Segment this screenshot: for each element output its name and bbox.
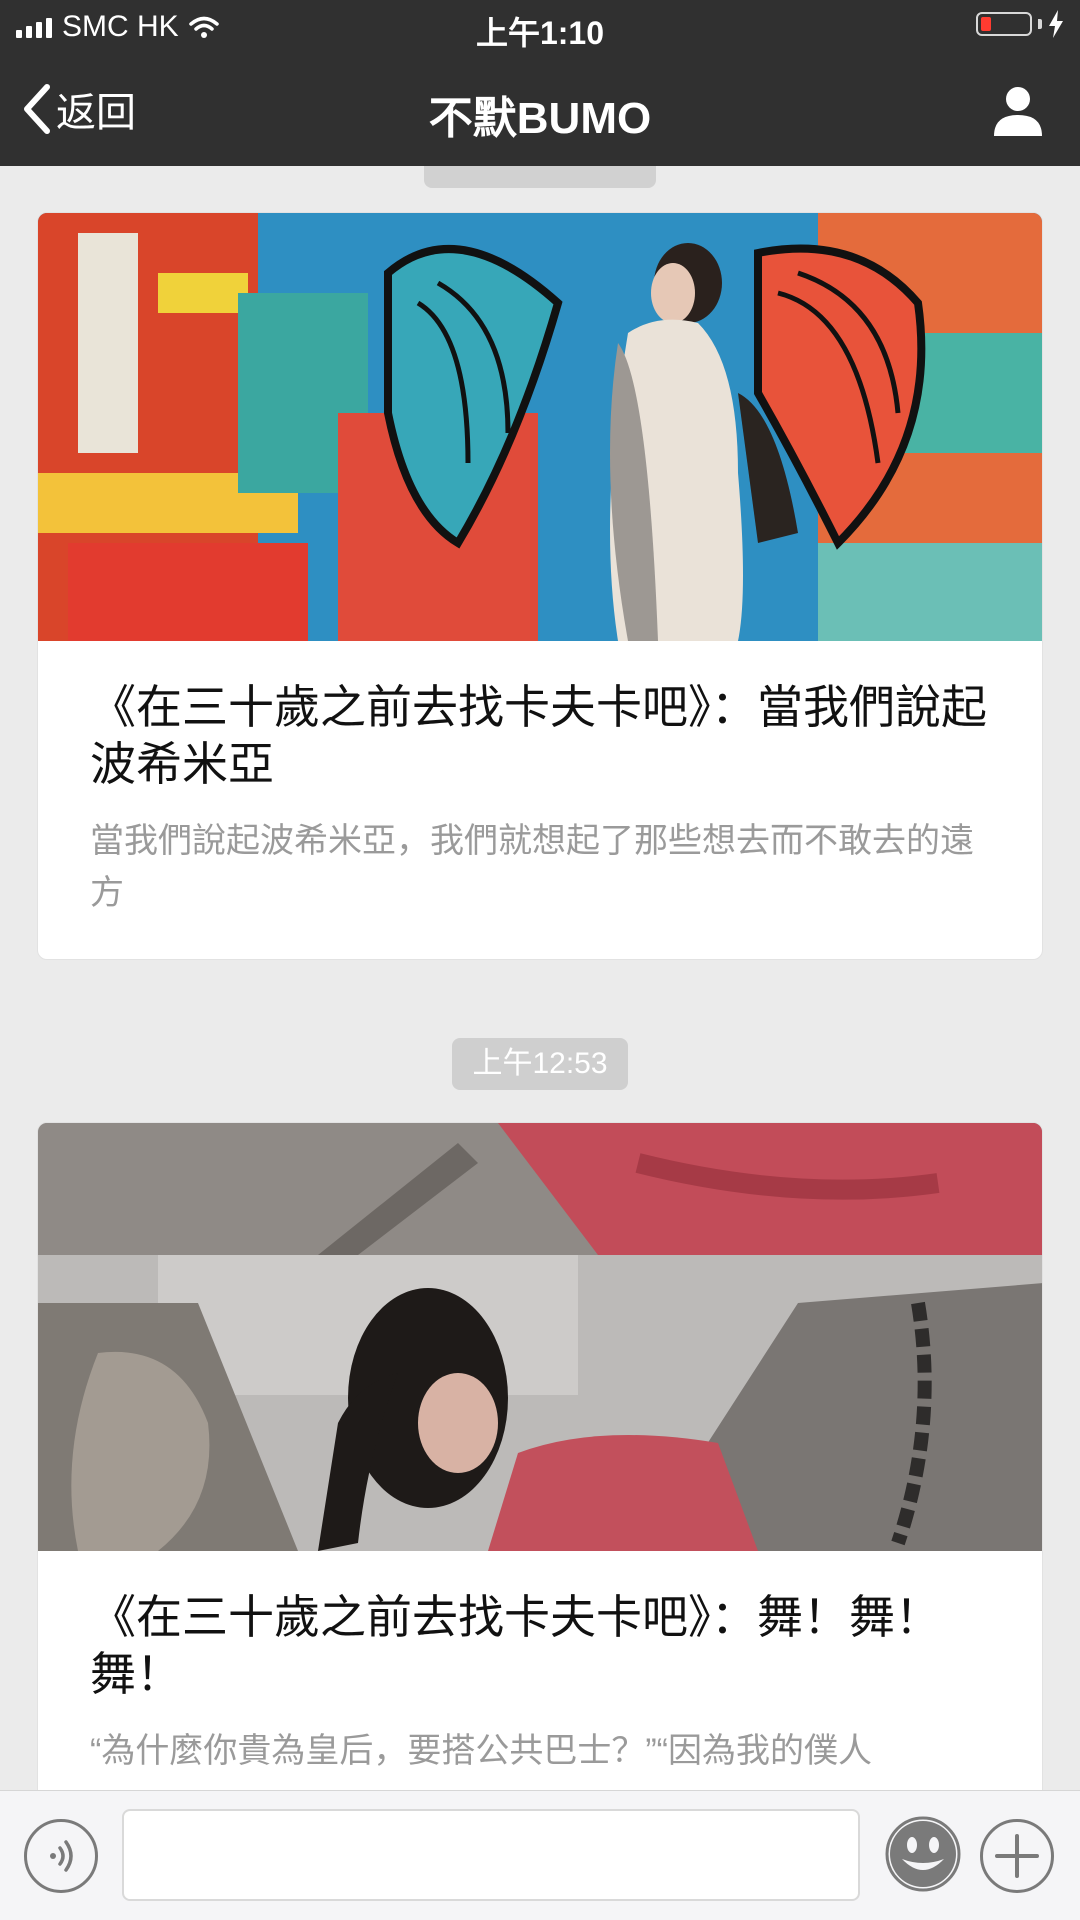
voice-wave-icon: [50, 1840, 73, 1872]
voice-input-button[interactable]: [24, 1819, 98, 1893]
page-title: 不默BUMO: [428, 94, 652, 143]
article-card[interactable]: 《在三十歲之前去找卡夫卡吧》：舞！舞！舞！ “為什麼你貴為皇后，要搭公共巴士？”…: [37, 1122, 1043, 1790]
article-card[interactable]: 《在三十歲之前去找卡夫卡吧》：當我們說起波希米亞 當我們說起波希米亞，我們就想起…: [37, 212, 1043, 960]
article-card-body: 《在三十歲之前去找卡夫卡吧》：舞！舞！舞！ “為什麼你貴為皇后，要搭公共巴士？”…: [38, 1551, 1042, 1790]
status-right: [976, 10, 1064, 38]
article-cover-image: [38, 1123, 1042, 1551]
article-title[interactable]: 《在三十歲之前去找卡夫卡吧》：當我們說起波希米亞: [90, 679, 988, 793]
article-description: 當我們說起波希米亞，我們就想起了那些想去而不敢去的遠方: [90, 822, 974, 912]
article-cover-image: [38, 213, 1042, 641]
charging-bolt-icon: [1049, 10, 1063, 38]
message-input[interactable]: [122, 1809, 860, 1901]
battery-tip: [1038, 19, 1042, 29]
timestamp-pill: 上午12:53: [452, 1038, 628, 1090]
battery-icon: [976, 12, 1032, 36]
article-feed[interactable]: 《在三十歲之前去找卡夫卡吧》：當我們說起波希米亞 當我們說起波希米亞，我們就想起…: [0, 166, 1080, 1790]
red-dress-portrait-photo-icon: [38, 1123, 1042, 1551]
graffiti-wall-photo-icon: [38, 213, 1042, 641]
plus-icon: [995, 1834, 1039, 1878]
profile-icon[interactable]: [990, 82, 1046, 138]
nav-bar: 返回 不默BUMO: [0, 54, 1080, 166]
message-input-bar: [0, 1790, 1080, 1920]
article-description: “為什麼你貴為皇后，要搭公共巴士？”“因為我的僕人: [90, 1732, 872, 1770]
article-card-body: 《在三十歲之前去找卡夫卡吧》：當我們說起波希米亞 當我們說起波希米亞，我們就想起…: [38, 641, 1042, 959]
status-time: 上午1:10: [475, 15, 605, 51]
article-title[interactable]: 《在三十歲之前去找卡夫卡吧》：舞！舞！舞！: [90, 1589, 988, 1703]
add-button[interactable]: [980, 1819, 1054, 1893]
timestamp-pill-partial: [424, 166, 656, 188]
status-bar: SMC HK 上午1:10: [0, 0, 1080, 54]
emoji-icon[interactable]: [884, 1815, 962, 1893]
